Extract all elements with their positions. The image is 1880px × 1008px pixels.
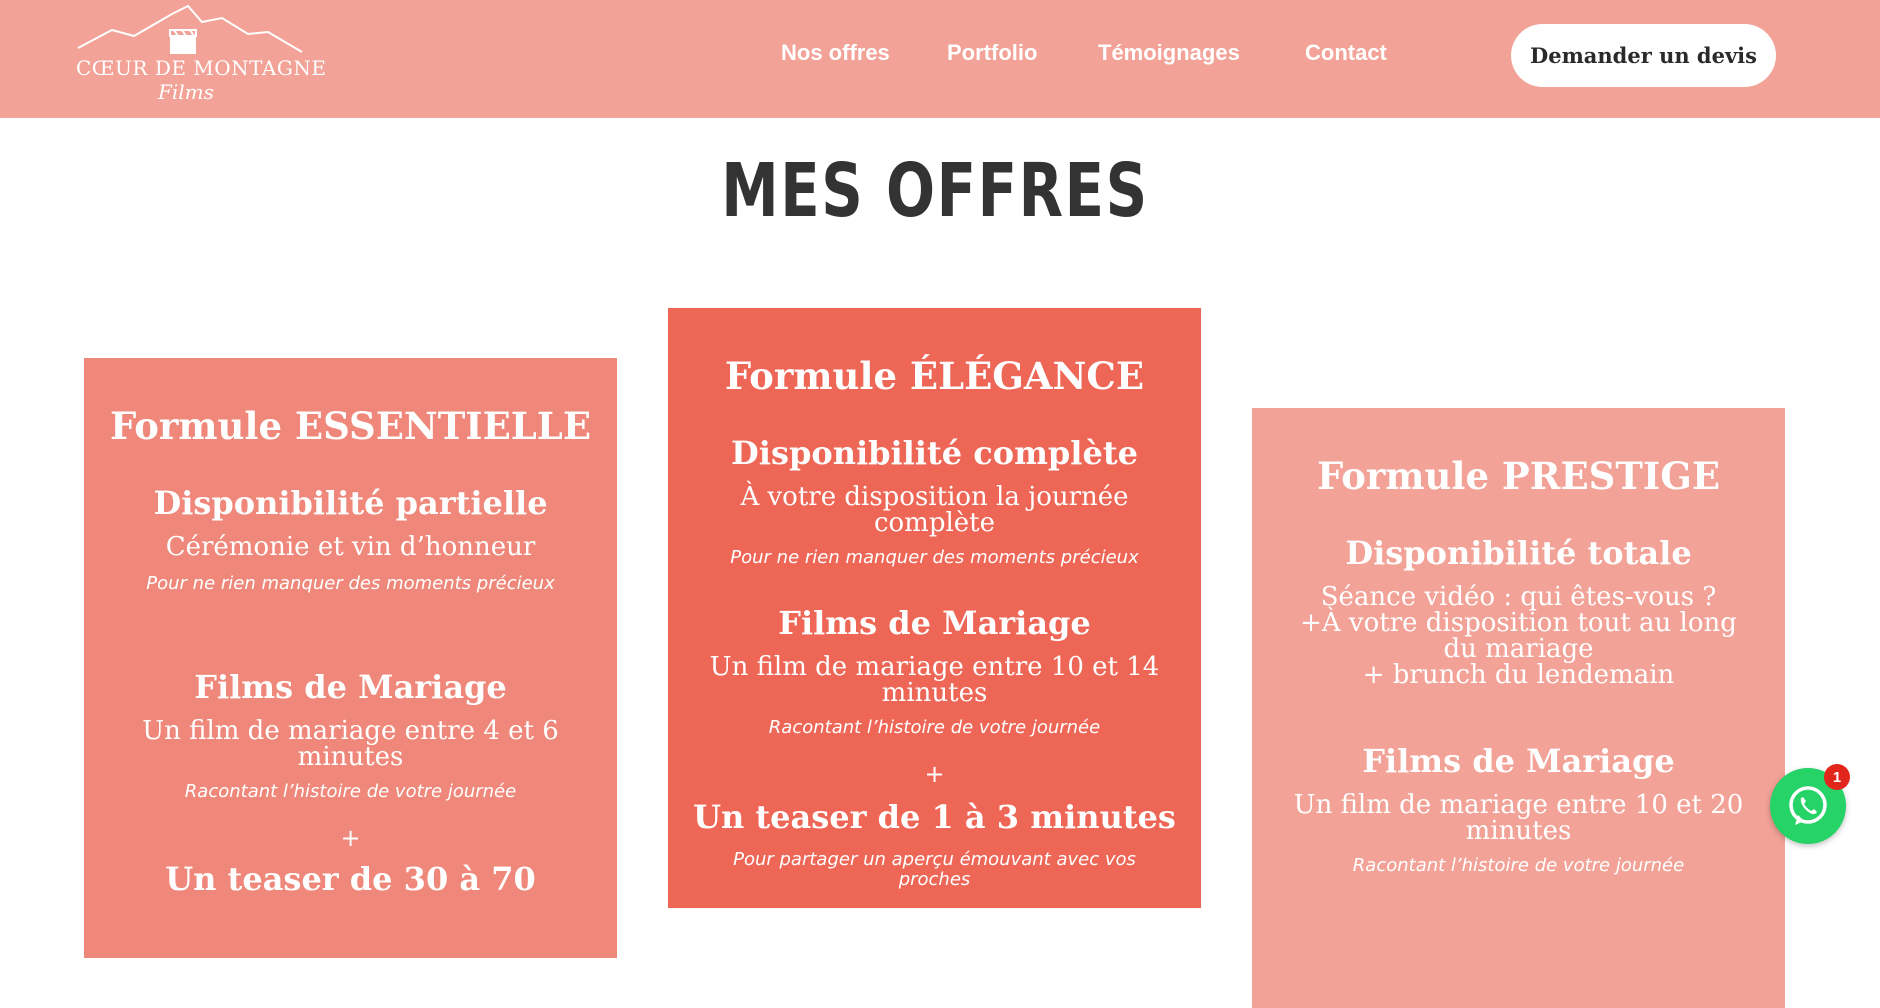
nav-item-nos-offres[interactable]: Nos offres xyxy=(781,40,890,66)
availability-title: Disponibilité totale xyxy=(1345,534,1692,572)
site-header: Cœur de Montagne Films Nos offres Portfo… xyxy=(0,0,1880,118)
logo-sub-text: Films xyxy=(158,80,214,104)
availability-text: Cérémonie et vin d’honneur xyxy=(165,532,536,562)
film-text: Un film de mariage entre 10 et 14 minute… xyxy=(709,652,1160,708)
offer-card-essentielle: Formule ESSENTIELLE Disponibilité partie… xyxy=(84,358,617,958)
notification-badge: 1 xyxy=(1824,764,1850,790)
availability-line-2: +À votre disposition tout au long du mar… xyxy=(1300,608,1737,664)
request-quote-button[interactable]: Demander un devis xyxy=(1511,24,1776,87)
card-title: Formule ESSENTIELLE xyxy=(109,404,592,448)
plus-separator: + xyxy=(340,824,361,852)
site-logo[interactable]: Cœur de Montagne Films xyxy=(72,4,326,112)
page-title: MES OFFRES xyxy=(721,148,1149,234)
logo-main-text: Cœur de Montagne xyxy=(76,56,327,80)
availability-note: Pour ne rien manquer des moments précieu… xyxy=(730,547,1139,568)
card-title: Formule PRESTIGE xyxy=(1316,454,1721,498)
offer-card-elegance: Formule ÉLÉGANCE Disponibilité complète … xyxy=(668,308,1201,908)
availability-note: Pour ne rien manquer des moments précieu… xyxy=(146,573,555,594)
extra-note: Pour partager un aperçu émouvant avec vo… xyxy=(733,849,1136,890)
extra-title: Un teaser de 30 à 70 xyxy=(165,860,536,898)
availability-title: Disponibilité complète xyxy=(731,434,1138,472)
mountain-logo-icon xyxy=(77,4,303,54)
offer-card-prestige: Formule PRESTIGE Disponibilité totale Sé… xyxy=(1252,408,1785,1008)
availability-text: À votre disposition la journée complète xyxy=(740,482,1129,538)
film-title: Films de Mariage xyxy=(778,604,1091,642)
availability-line-3: + brunch du lendemain xyxy=(1362,660,1675,690)
plus-separator: + xyxy=(924,760,945,788)
nav-item-contact[interactable]: Contact xyxy=(1305,40,1387,66)
card-title: Formule ÉLÉGANCE xyxy=(724,354,1145,398)
availability-title: Disponibilité partielle xyxy=(153,484,548,522)
film-text: Un film de mariage entre 4 et 6 minutes xyxy=(142,716,559,772)
whatsapp-icon xyxy=(1789,786,1827,825)
film-note: Racontant l’histoire de votre journée xyxy=(768,717,1101,738)
film-title: Films de Mariage xyxy=(194,668,507,706)
nav-item-portfolio[interactable]: Portfolio xyxy=(947,40,1037,66)
extra-title: Un teaser de 1 à 3 minutes xyxy=(693,798,1176,836)
nav-item-temoignages[interactable]: Témoignages xyxy=(1098,40,1240,66)
film-note: Racontant l’histoire de votre journée xyxy=(1352,855,1685,876)
availability-line-1: Séance vidéo : qui êtes-vous ? xyxy=(1320,582,1717,612)
film-note: Racontant l’histoire de votre journée xyxy=(184,781,517,802)
film-title: Films de Mariage xyxy=(1362,742,1675,780)
film-text: Un film de mariage entre 10 et 20 minute… xyxy=(1293,790,1744,846)
